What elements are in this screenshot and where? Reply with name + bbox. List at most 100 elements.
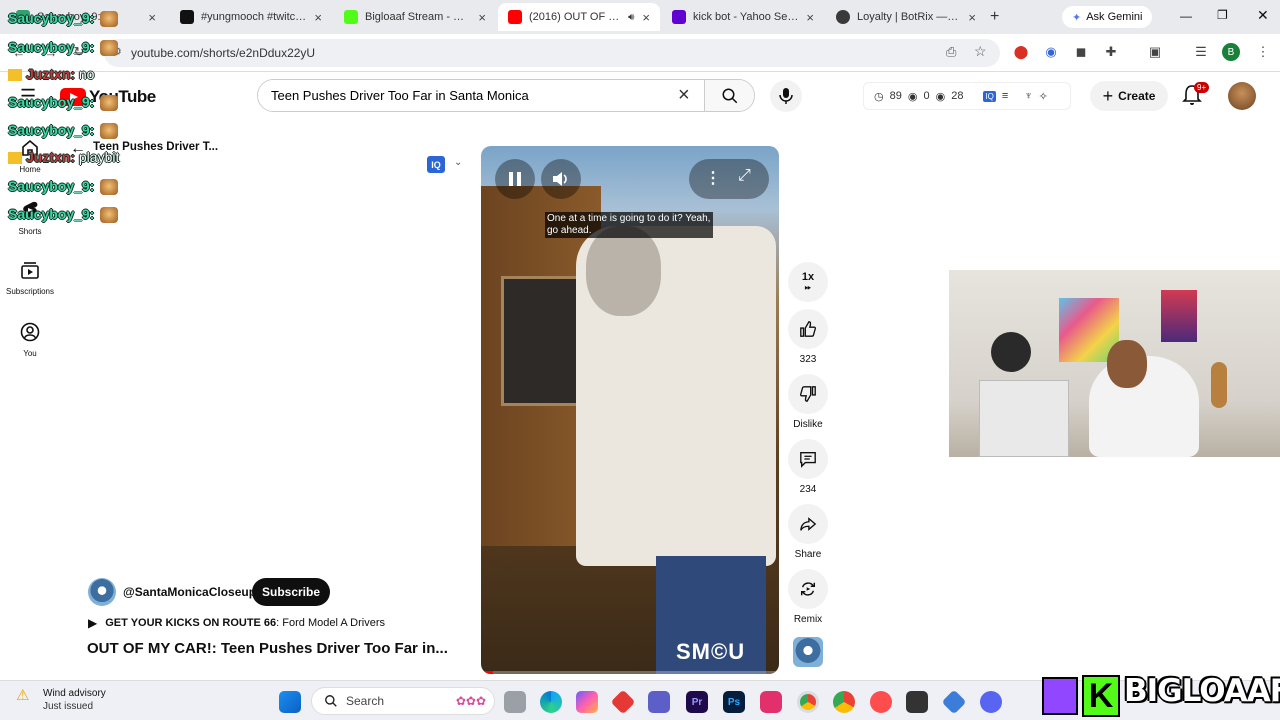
- playlist-prefix: GET YOUR KICKS ON ROUTE 66: [105, 617, 277, 629]
- share-button[interactable]: Share: [788, 504, 828, 560]
- sound-thumbnail[interactable]: [793, 637, 823, 667]
- task-view-icon[interactable]: [504, 691, 526, 713]
- stat-value: 28: [951, 90, 964, 102]
- new-tab-button[interactable]: +: [990, 8, 999, 26]
- video-title[interactable]: OUT OF MY CAR!: Teen Pushes Driver Too F…: [87, 640, 467, 657]
- chat-message: Juztxn: playbit: [8, 149, 119, 165]
- discord-icon[interactable]: [980, 691, 1002, 713]
- premiere-icon[interactable]: Pr: [686, 691, 708, 713]
- app-icon[interactable]: [941, 689, 967, 715]
- dislike-button[interactable]: Dislike: [788, 374, 828, 430]
- streamer-face: [1107, 340, 1147, 388]
- install-app-icon[interactable]: ⎙: [946, 44, 956, 60]
- app-icon[interactable]: [760, 691, 782, 713]
- puzzle-icon[interactable]: ✚: [1102, 43, 1120, 61]
- remix-button[interactable]: Remix: [788, 569, 828, 625]
- capcut-icon[interactable]: [906, 691, 928, 713]
- account-avatar[interactable]: [1228, 82, 1256, 110]
- start-button[interactable]: [279, 691, 301, 713]
- tab-close-icon[interactable]: ×: [478, 10, 486, 25]
- tab-title: Loyalty | BotRix — Cloud: [857, 11, 961, 23]
- progress-bar[interactable]: [481, 671, 779, 674]
- thumbs-down-icon: [799, 386, 816, 402]
- chrome-icon-active[interactable]: [797, 691, 819, 713]
- search-bar: ×: [257, 79, 755, 112]
- clear-search-icon[interactable]: ×: [678, 84, 690, 107]
- ask-gemini-button[interactable]: ✦ Ask Gemini: [1062, 6, 1153, 28]
- search-input[interactable]: [258, 80, 698, 111]
- minimize-icon[interactable]: —: [1180, 9, 1192, 23]
- sidebar-item-subscriptions[interactable]: Subscriptions: [0, 260, 60, 296]
- plus-icon: +: [1102, 85, 1114, 106]
- video-top-controls: ⋮ ⤢: [689, 159, 769, 199]
- browser-tab[interactable]: kick bot - Yahoo Search ×: [662, 3, 824, 31]
- tab-close-icon[interactable]: ×: [806, 10, 814, 25]
- menu-kebab-icon[interactable]: ⋮: [1254, 43, 1272, 61]
- gemini-label: Ask Gemini: [1086, 11, 1143, 23]
- teams-icon[interactable]: [648, 691, 670, 713]
- tab-close-icon[interactable]: ×: [148, 10, 156, 25]
- browser-tab[interactable]: #yungmooch #twitch # ×: [170, 3, 332, 31]
- photoshop-icon[interactable]: Ps: [723, 691, 745, 713]
- sparkle-icon[interactable]: ✧: [1039, 90, 1048, 103]
- comments-button[interactable]: 234: [788, 439, 828, 495]
- chat-text: no: [78, 66, 95, 82]
- speaker-icon[interactable]: 🔊︎: [628, 12, 634, 23]
- channel-avatar[interactable]: [88, 578, 116, 606]
- profile-avatar[interactable]: B: [1222, 43, 1240, 61]
- media-controls-icon[interactable]: ☰: [1192, 43, 1210, 61]
- extension-icon[interactable]: ◉: [1042, 43, 1060, 61]
- playlist-link[interactable]: ▶ GET YOUR KICKS ON ROUTE 66: Ford Model…: [88, 616, 385, 630]
- list-icon[interactable]: ≡: [1002, 90, 1008, 102]
- fullscreen-icon[interactable]: ⤢: [738, 167, 751, 185]
- subscriptions-icon: [21, 262, 39, 279]
- edge-icon[interactable]: [540, 691, 562, 713]
- chevron-down-icon[interactable]: ⌄: [454, 157, 462, 168]
- url-bar[interactable]: ⚙ youtube.com/shorts/e2nDdux22yU ⎙ ☆: [104, 39, 1000, 67]
- clock-icon: ◷: [874, 90, 884, 103]
- create-button[interactable]: + Create: [1090, 81, 1168, 111]
- more-options-icon[interactable]: ⋮: [705, 168, 721, 188]
- browser-tab-strip: Saucyboy_9: × #yungmooch #twitch # × Big…: [0, 0, 1280, 34]
- notifications-button[interactable]: 9+: [1182, 82, 1210, 108]
- weather-widget[interactable]: ⚠ Wind advisory Just issued: [16, 687, 106, 713]
- voice-search-button[interactable]: [770, 80, 802, 112]
- extension-icon[interactable]: ⬤: [1012, 43, 1030, 61]
- copilot-icon[interactable]: [576, 691, 598, 713]
- close-window-icon[interactable]: ✕: [1257, 7, 1269, 24]
- chat-message: Saucyboy_9:: [8, 206, 119, 224]
- pause-button[interactable]: [495, 159, 535, 199]
- iq-extension-icon[interactable]: IQ: [427, 156, 445, 173]
- restore-icon[interactable]: ❐: [1217, 8, 1228, 22]
- botrix-favicon: [836, 10, 850, 24]
- create-label: Create: [1118, 89, 1156, 103]
- extension-icon[interactable]: ◼: [1072, 43, 1090, 61]
- volume-button[interactable]: [541, 159, 581, 199]
- extension-badge-icon[interactable]: IQ: [983, 90, 996, 102]
- like-button[interactable]: 323: [788, 309, 828, 365]
- bookmark-star-icon[interactable]: ☆: [974, 43, 987, 60]
- award-icon[interactable]: ♆: [1024, 90, 1032, 102]
- tab-close-icon[interactable]: ×: [642, 10, 650, 25]
- browser-tab[interactable]: Loyalty | BotRix — Cloud ×: [826, 3, 986, 31]
- sidebar-toggle-icon[interactable]: ▣: [1146, 43, 1164, 61]
- playlist-play-icon: ▶: [88, 616, 98, 630]
- sidebar-item-you[interactable]: You: [0, 322, 60, 358]
- tab-close-icon[interactable]: ×: [314, 10, 322, 25]
- chrome-icon[interactable]: [833, 691, 855, 713]
- browser-tab[interactable]: Bigloaaf Stream - Watch ×: [334, 3, 496, 31]
- taskbar-search[interactable]: Search ✿✿✿: [311, 687, 495, 715]
- shorts-video-player[interactable]: ⋮ ⤢ One at a time is going to do it? Yea…: [481, 146, 779, 674]
- volume-icon: [553, 172, 567, 186]
- weather-subtitle: Just issued: [43, 701, 94, 712]
- chat-message: Saucyboy_9:: [8, 94, 119, 112]
- flowers-icon: ✿✿✿: [455, 694, 486, 708]
- playback-speed-button[interactable]: 1x ⏩︎: [788, 262, 828, 307]
- tab-close-icon[interactable]: ×: [968, 10, 976, 25]
- subscribe-button[interactable]: Subscribe: [252, 578, 330, 606]
- app-icon[interactable]: [870, 691, 892, 713]
- search-button[interactable]: [704, 80, 754, 111]
- channel-name[interactable]: @SantaMonicaCloseup: [123, 585, 256, 599]
- app-icon[interactable]: [610, 689, 636, 715]
- browser-tab-active[interactable]: (2016) OUT OF MY 🔊︎ ×: [498, 3, 660, 31]
